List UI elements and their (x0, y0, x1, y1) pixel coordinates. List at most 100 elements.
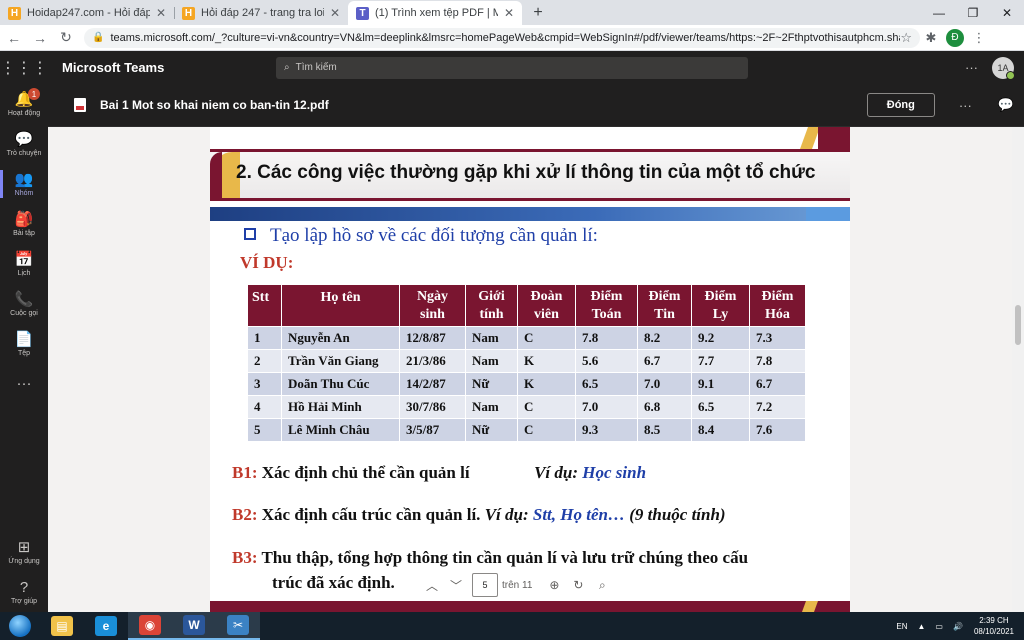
table-cell: 8.4 (691, 418, 750, 442)
table-cell: 7.3 (749, 326, 806, 350)
favicon-icon: H (8, 6, 21, 20)
rail-label: Hoạt động (7, 109, 41, 117)
network-icon[interactable]: ▭ (935, 622, 943, 631)
tab-title: Hoidap247.com - Hỏi đáp bài tập (27, 7, 150, 19)
taskbar-snipping[interactable]: ✂ (216, 612, 260, 640)
help-icon: ? (19, 578, 29, 596)
app-launcher-icon[interactable]: ⋮⋮⋮ (0, 58, 48, 78)
table-row: 3 Doãn Thu Cúc 14/2/87 Nữ K 6.5 7.0 9.1 6.7 (247, 372, 806, 396)
rail-label: Ứng dụng (8, 557, 40, 565)
page-total: trên 11 (502, 579, 533, 591)
table-cell: 6.7 (749, 372, 806, 396)
table-cell: C (517, 326, 576, 350)
browser-menu-icon[interactable]: ⋮ (968, 27, 990, 49)
search-document-icon[interactable]: ⌕ (590, 573, 614, 597)
rail-label: Nhóm (14, 189, 34, 197)
search-input[interactable]: ⌕ Tìm kiếm (276, 56, 748, 79)
table-cell: 1 (247, 326, 282, 350)
clock[interactable]: 2:39 CH 08/10/2021 (974, 615, 1014, 637)
windows-logo-icon (9, 615, 31, 637)
rail-item-file[interactable]: 📄 Tệp (0, 324, 48, 364)
table-header: Ngày sinh (399, 284, 466, 327)
table-cell: K (517, 372, 576, 396)
table-cell: 4 (247, 395, 282, 419)
browser-tab-1[interactable]: H Hoidap247.com - Hỏi đáp bài tập ✕ (0, 1, 174, 25)
language-indicator[interactable]: EN (896, 622, 907, 631)
rail-item-apps[interactable]: ⊞ Ứng dụng (0, 532, 48, 572)
rotate-icon[interactable]: ↻ (566, 573, 590, 597)
close-button[interactable]: Đóng (866, 93, 935, 117)
volume-icon[interactable]: 🔊 (953, 622, 963, 631)
new-tab-button[interactable]: + (526, 1, 550, 25)
table-cell: 9.2 (691, 326, 750, 350)
table-header: Điểm Hóa (749, 284, 806, 327)
profile-avatar[interactable]: Đ (946, 28, 964, 47)
scroll-thumb[interactable] (1015, 305, 1021, 345)
table-cell: 3/5/87 (399, 418, 466, 442)
table-cell: 7.8 (575, 326, 638, 350)
chevron-down-icon[interactable]: ﹀ (444, 573, 468, 597)
tab-title: (1) Trình xem tệp PDF | Microsoft (375, 7, 498, 19)
back-icon[interactable]: ← (2, 26, 26, 50)
address-bar[interactable]: 🔒 teams.microsoft.com/_?culture=vi-vn&co… (84, 27, 920, 48)
close-tab-icon[interactable]: ✕ (156, 6, 166, 20)
reload-icon[interactable]: ↻ (54, 26, 78, 50)
chat-icon: 💬 (14, 130, 34, 148)
rail-item-bell[interactable]: 🔔 Hoạt động 1 (0, 84, 48, 124)
close-window-icon[interactable]: ✕ (990, 0, 1024, 25)
close-tab-icon[interactable]: ✕ (330, 6, 340, 20)
bullet-text: Tạo lập hồ sơ về các đối tượng cần quản … (244, 225, 598, 247)
taskbar-edge[interactable]: e (84, 612, 128, 640)
example-label: VÍ DỤ: (240, 253, 294, 272)
zoom-icon[interactable]: ⊕ (542, 573, 566, 597)
rail-item-chat[interactable]: 💬 Trò chuyện (0, 124, 48, 164)
taskbar-word[interactable]: W (172, 612, 216, 640)
app-title: Microsoft Teams (62, 60, 165, 75)
table-cell: 6.5 (575, 372, 638, 396)
maximize-icon[interactable]: ❐ (956, 0, 990, 25)
step-b1: B1: Xác định chủ thể cần quản lí Ví dụ: … (232, 463, 647, 482)
tray-arrow-icon[interactable]: ▲ (918, 622, 926, 631)
more-options-icon[interactable]: ··· (965, 60, 978, 75)
file-more-icon[interactable]: ··· (959, 98, 972, 113)
calendar-icon: 📅 (14, 250, 34, 268)
viewer-scrollbar[interactable] (1012, 127, 1024, 612)
rail-item-help[interactable]: ? Trợ giúp (0, 572, 48, 612)
table-cell: 8.5 (637, 418, 692, 442)
rail-more[interactable]: ··· (0, 364, 48, 404)
snipping-icon: ✂ (227, 615, 249, 635)
table-cell: 6.5 (691, 395, 750, 419)
browser-tab-3[interactable]: T (1) Trình xem tệp PDF | Microsoft ✕ (348, 1, 522, 25)
browser-tab-2[interactable]: H Hỏi đáp 247 - trang tra loi ✕ (174, 1, 348, 25)
table-cell: Nam (465, 395, 518, 419)
forward-icon[interactable]: → (28, 26, 52, 50)
table-cell: 6.7 (637, 349, 692, 373)
window-controls: — ❐ ✕ (922, 0, 1024, 25)
rail-item-phone[interactable]: 📞 Cuộc gọi (0, 284, 48, 324)
extensions-icon[interactable]: ✱ (920, 27, 942, 49)
chevron-up-icon[interactable]: ︿ (420, 573, 444, 597)
rail-label: Tệp (17, 349, 31, 357)
rail-label: Bài tập (13, 229, 35, 237)
start-button[interactable] (0, 612, 40, 640)
rail-item-teams[interactable]: 👥 Nhóm (0, 164, 48, 204)
url-text: teams.microsoft.com/_?culture=vi-vn&coun… (110, 31, 901, 44)
table-cell: 5 (247, 418, 282, 442)
close-tab-icon[interactable]: ✕ (504, 6, 514, 20)
teams-icon: 👥 (14, 170, 34, 188)
page-number-input[interactable]: 5 (472, 573, 498, 597)
search-placeholder: Tìm kiếm (295, 62, 337, 73)
step-b3: B3: Thu thập, tổng hợp thông tin cần quả… (232, 548, 749, 567)
taskbar-file-explorer[interactable]: ▤ (40, 612, 84, 640)
rail-item-calendar[interactable]: 📅 Lịch (0, 244, 48, 284)
minimize-icon[interactable]: — (922, 0, 956, 25)
user-avatar[interactable]: 1A (992, 56, 1015, 80)
pdf-viewer: 2. Các công việc thường gặp khi xử lí th… (48, 127, 1012, 612)
table-cell: 7.6 (749, 418, 806, 442)
conversation-icon[interactable]: 💬 (998, 97, 1014, 113)
rail-item-assignments[interactable]: 🎒 Bài tập (0, 204, 48, 244)
step-b3-line2: trúc đã xác định. (272, 573, 395, 592)
table-cell: 9.3 (575, 418, 638, 442)
bookmark-star-icon[interactable]: ☆ (900, 30, 912, 46)
taskbar-chrome[interactable]: ◉ (128, 612, 172, 640)
